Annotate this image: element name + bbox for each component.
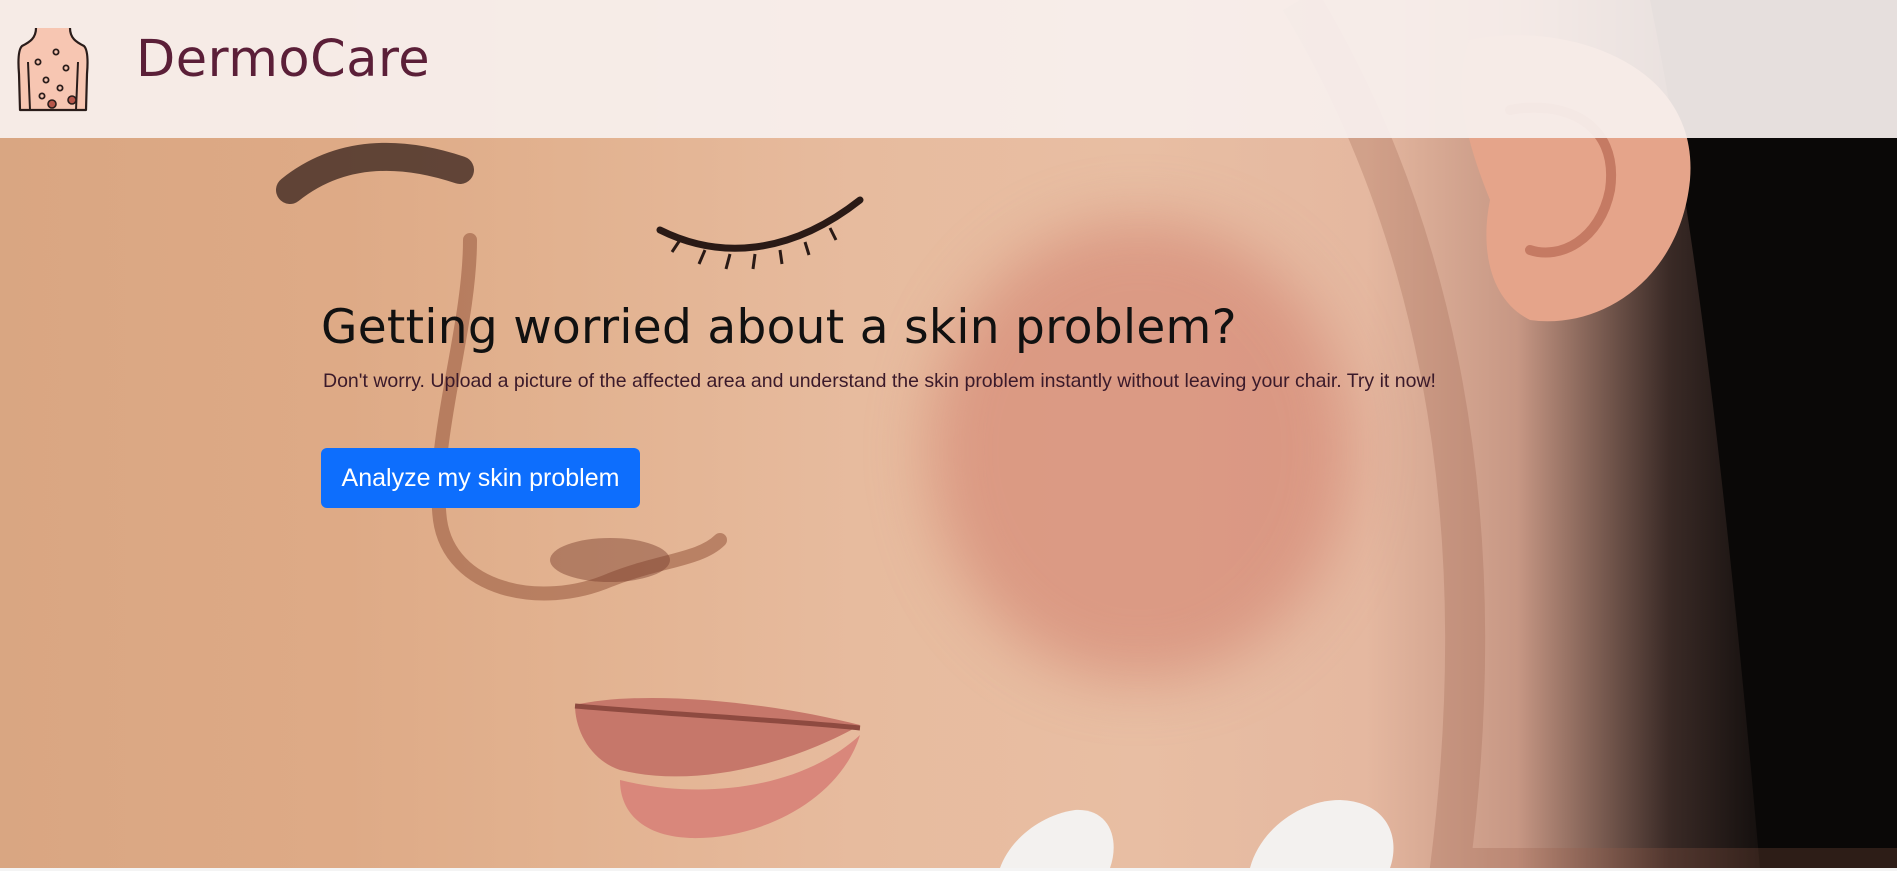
brand-name[interactable]: DermoCare	[136, 30, 430, 89]
skin-body-icon[interactable]	[16, 22, 90, 114]
navbar: DermoCare	[0, 0, 1897, 138]
hero-content: Getting worried about a skin problem? Do…	[321, 296, 1571, 394]
analyze-skin-button[interactable]: Analyze my skin problem	[321, 448, 640, 508]
hero-title: Getting worried about a skin problem?	[321, 300, 1237, 355]
landing-page: DermoCare Getting worried about a skin p…	[0, 0, 1897, 871]
hero-subtitle: Don't worry. Upload a picture of the aff…	[323, 370, 1436, 392]
